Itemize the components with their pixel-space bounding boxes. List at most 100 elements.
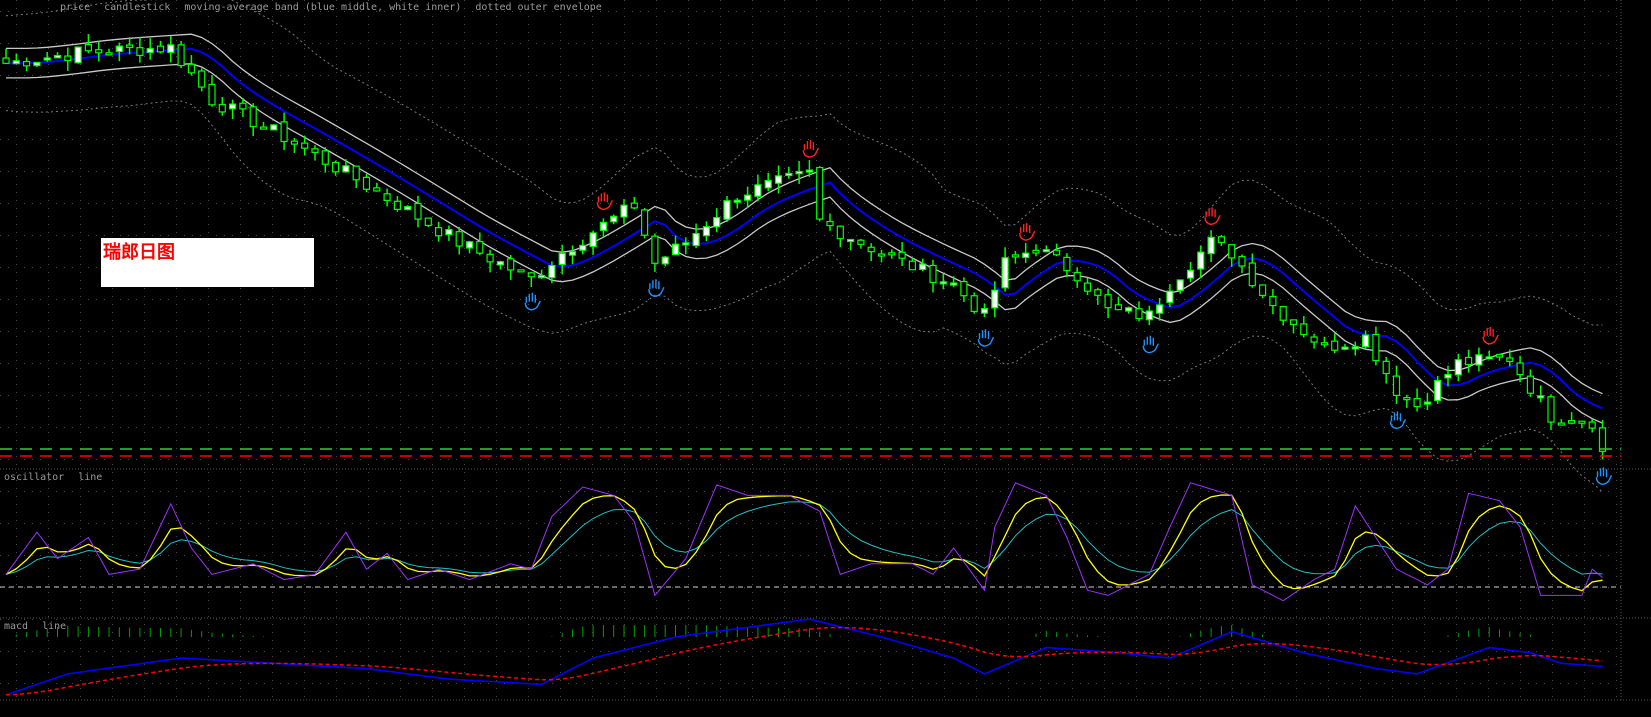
bear-candle-body	[1104, 294, 1112, 309]
bear-candle-body	[1392, 375, 1401, 396]
bear-candle-body	[1372, 333, 1380, 362]
bear-candle-body	[156, 45, 165, 53]
bull-candle-body	[12, 60, 20, 65]
candle	[517, 269, 525, 273]
bear-candle-body	[1248, 262, 1256, 287]
candle	[177, 40, 185, 69]
bull-candle-body	[764, 179, 772, 189]
bull-candle-body	[723, 200, 731, 220]
bear-candle-body	[321, 150, 329, 165]
bear-candle-body	[1135, 308, 1143, 320]
bear-candle-body	[898, 251, 906, 259]
bear-candle-body	[332, 161, 340, 173]
bull-candle-body	[661, 256, 669, 265]
bear-candle-body	[960, 280, 968, 297]
bull-candle-body	[1176, 279, 1184, 291]
bear-candle-body	[352, 165, 360, 181]
macd-pane-header: macd line	[4, 621, 74, 633]
bull-candle-body	[1186, 269, 1195, 279]
bull-candle-body	[610, 215, 618, 223]
bear-candle-body	[476, 241, 484, 254]
overlay-band-label: moving-average band (blue middle, white …	[184, 2, 462, 13]
overlay-envelope-label: dotted outer envelope	[475, 2, 602, 13]
bear-candle-body	[198, 70, 206, 88]
bear-candle-body	[1506, 357, 1514, 363]
bull-candle-body	[1197, 251, 1205, 270]
bear-candle-body	[1382, 360, 1390, 375]
bull-candle-body	[1423, 401, 1432, 405]
bull-candle-body	[167, 44, 175, 54]
bear-candle-body	[1598, 427, 1607, 452]
bear-candle-body	[1032, 249, 1040, 254]
bear-candle-body	[1269, 295, 1277, 307]
bull-candle-body	[1537, 395, 1545, 399]
chart-window[interactable]: price candlestick moving-average band (b…	[0, 0, 1651, 717]
bull-candle-body	[558, 252, 566, 266]
candle	[74, 46, 82, 64]
bear-candle-body	[105, 52, 113, 56]
bear-candle-body	[383, 193, 391, 202]
bear-candle-body	[1320, 342, 1329, 346]
bull-candle-body	[774, 175, 783, 184]
bull-candle-body	[1207, 236, 1215, 255]
bull-candle-body	[1166, 290, 1174, 303]
bear-candle-body	[1495, 353, 1504, 358]
bear-candle-body	[208, 83, 216, 106]
bear-candle-body	[259, 126, 268, 130]
bull-candle-body	[579, 244, 587, 251]
bear-candle-body	[970, 295, 978, 313]
bear-candle-body	[486, 253, 494, 263]
bear-candle-body	[1073, 271, 1081, 282]
candle	[640, 208, 649, 239]
bull-candle-body	[53, 54, 62, 59]
oscillator-chart-type: line	[78, 472, 103, 483]
bear-candle-body	[1094, 289, 1102, 296]
bull-candle-body	[743, 194, 752, 201]
bear-candle-body	[1063, 256, 1071, 272]
bear-candle-body	[84, 43, 93, 52]
bear-candle-body	[836, 225, 844, 240]
bear-candle-body	[1228, 244, 1236, 259]
bull-candle-body	[1125, 307, 1133, 312]
bear-candle-body	[888, 252, 896, 256]
bull-candle-body	[805, 169, 814, 173]
bull-candle-body	[620, 204, 628, 218]
bear-candle-body	[630, 202, 638, 209]
bear-candle-body	[1289, 319, 1298, 325]
candle	[1434, 375, 1442, 404]
bull-candle-body	[1475, 354, 1483, 366]
bull-candle-body	[568, 251, 577, 256]
candle	[424, 217, 432, 228]
bear-candle-body	[640, 209, 649, 236]
bear-candle-body	[857, 239, 865, 245]
trading-chart[interactable]	[0, 0, 1651, 717]
bull-candle-body	[733, 199, 741, 203]
bull-candle-body	[404, 205, 412, 211]
bear-candle-body	[218, 103, 226, 113]
bull-candle-body	[548, 264, 556, 279]
bear-candle-body	[1217, 236, 1226, 243]
bull-candle-body	[1454, 359, 1462, 376]
macd-chart-type: line	[42, 621, 67, 632]
bear-candle-body	[1331, 340, 1339, 351]
bear-candle-body	[877, 253, 886, 257]
bear-candle-body	[362, 176, 371, 190]
bear-candle-body	[290, 140, 298, 145]
bull-candle-body	[795, 170, 803, 175]
macd-pane-name: macd	[4, 621, 29, 632]
bear-candle-body	[1526, 375, 1535, 394]
candle	[970, 292, 978, 314]
bear-candle-body	[1300, 323, 1308, 336]
bear-candle-body	[1557, 422, 1565, 426]
bull-candle-body	[342, 165, 350, 173]
chart-label-box: 瑞郎日图	[101, 238, 314, 287]
bull-candle-body	[692, 233, 700, 247]
price-chart-type: candlestick	[104, 2, 171, 13]
bear-candle-body	[95, 49, 103, 54]
bull-candle-body	[33, 61, 41, 67]
bull-candle-body	[991, 289, 999, 309]
oscillator-pane-header: oscillator line	[4, 472, 110, 484]
bull-candle-body	[785, 172, 793, 177]
bull-candle-body	[919, 263, 927, 271]
bull-candle-body	[846, 238, 855, 243]
